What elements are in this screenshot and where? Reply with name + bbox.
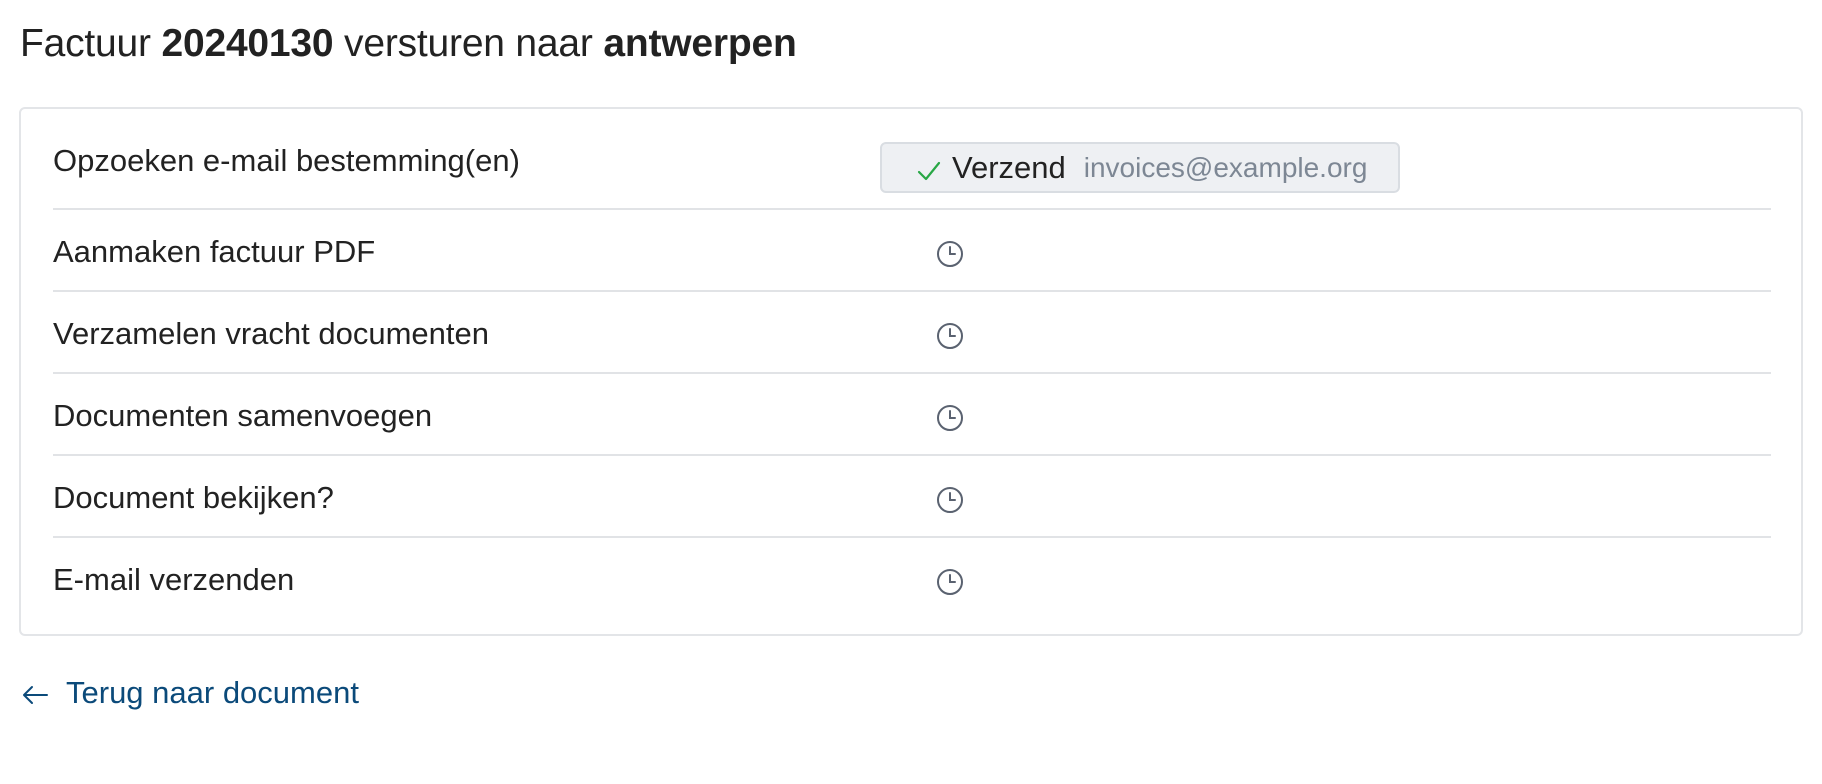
step-label: Documenten samenvoegen bbox=[53, 398, 433, 433]
step-row-collect-documents: Verzamelen vracht documenten bbox=[53, 292, 1771, 374]
invoice-number: 20240130 bbox=[161, 22, 334, 65]
step-label: Opzoeken e-mail bestemming(en) bbox=[53, 143, 520, 178]
recipient-chip[interactable]: Verzend invoices@example.org bbox=[880, 142, 1400, 193]
step-label: Document bekijken? bbox=[53, 480, 334, 515]
step-label: E-mail verzenden bbox=[53, 562, 295, 597]
arrow-left-icon bbox=[23, 686, 48, 704]
send-action-label: Verzend bbox=[952, 149, 1066, 185]
step-row-merge-documents: Documenten samenvoegen bbox=[53, 374, 1771, 456]
title-middle: versturen naar bbox=[344, 22, 593, 65]
back-to-document-link[interactable]: Terug naar document bbox=[20, 675, 359, 711]
title-prefix: Factuur bbox=[20, 22, 151, 65]
clock-icon bbox=[937, 487, 963, 513]
clock-icon bbox=[937, 323, 963, 349]
page: Factuur 20240130 versturen naar antwerpe… bbox=[0, 0, 1822, 784]
recipient-email: invoices@example.org bbox=[1083, 151, 1368, 183]
check-icon bbox=[917, 161, 941, 180]
step-row-lookup-email: Opzoeken e-mail bestemming(en) Verzend i… bbox=[53, 109, 1771, 210]
step-label: Aanmaken factuur PDF bbox=[53, 234, 376, 269]
clock-icon bbox=[937, 405, 963, 431]
step-list: Opzoeken e-mail bestemming(en) Verzend i… bbox=[53, 109, 1771, 620]
step-label: Verzamelen vracht documenten bbox=[53, 316, 489, 351]
destination-name: antwerpen bbox=[603, 22, 797, 65]
step-row-send-email: E-mail verzenden bbox=[53, 538, 1771, 620]
page-title: Factuur 20240130 versturen naar antwerpe… bbox=[20, 22, 797, 66]
steps-card: Opzoeken e-mail bestemming(en) Verzend i… bbox=[19, 107, 1803, 636]
step-row-review-document: Document bekijken? bbox=[53, 456, 1771, 538]
step-row-create-pdf: Aanmaken factuur PDF bbox=[53, 210, 1771, 292]
clock-icon bbox=[937, 241, 963, 267]
clock-icon bbox=[937, 569, 963, 595]
back-link-label: Terug naar document bbox=[66, 675, 359, 710]
